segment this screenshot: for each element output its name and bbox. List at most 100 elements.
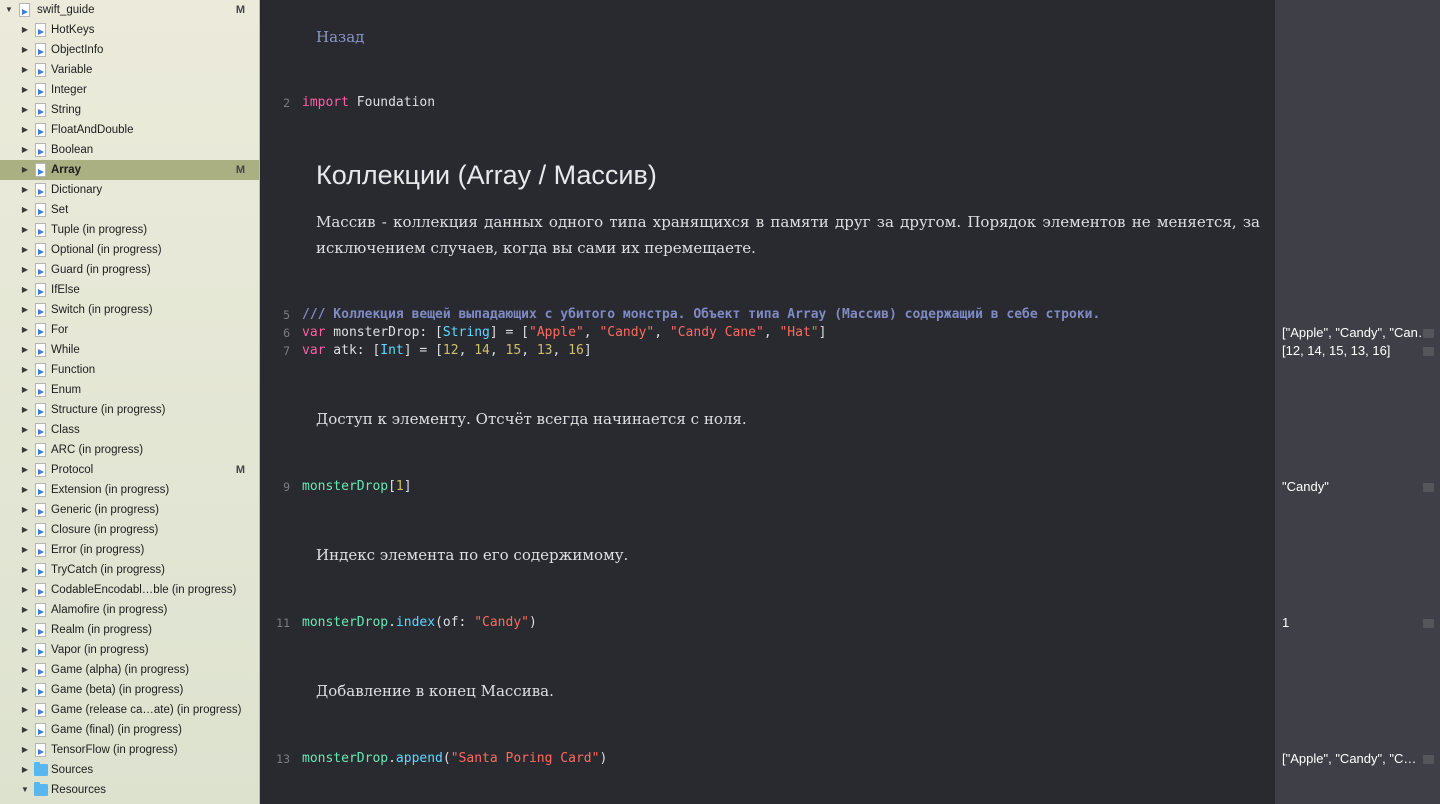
back-link[interactable]: Назад [316,28,1260,46]
disclosure-closed-icon[interactable]: ▶ [20,180,30,200]
quick-look-icon[interactable] [1423,329,1434,338]
tree-item[interactable]: ▶ Variable [0,60,259,80]
code-line-comment[interactable]: /// Коллекция вещей выпадающих с убитого… [302,307,1100,322]
disclosure-closed-icon[interactable]: ▶ [20,380,30,400]
tree-item[interactable]: ▶ Game (final) (in progress) [0,720,259,740]
tree-root-swift-guide[interactable]: ▼ swift_guide M [0,0,259,20]
tree-item[interactable]: ▶ Function [0,360,259,380]
disclosure-closed-icon[interactable]: ▶ [20,680,30,700]
tree-folder[interactable]: ▼ Resources [0,780,259,800]
tree-item[interactable]: ▶ Extension (in progress) [0,480,259,500]
disclosure-closed-icon[interactable]: ▶ [20,220,30,240]
tree-item[interactable]: ▶ Error (in progress) [0,540,259,560]
tree-item[interactable]: ▶ Realm (in progress) [0,620,259,640]
string-literal: "Candy Cane" [669,325,764,340]
disclosure-closed-icon[interactable]: ▶ [20,520,30,540]
code-line-monsterdrop-decl[interactable]: var monsterDrop: [String] = ["Apple", "C… [302,325,826,340]
tree-item[interactable]: ▶ Guard (in progress) [0,260,259,280]
result-value[interactable]: ["Apple", "Candy", "Can… [1282,325,1430,340]
disclosure-closed-icon[interactable]: ▶ [20,740,30,760]
disclosure-closed-icon[interactable]: ▶ [20,480,30,500]
tree-item[interactable]: ▶ Integer [0,80,259,100]
tree-item[interactable]: ▶ FloatAndDouble [0,120,259,140]
tree-item[interactable]: ▶ Switch (in progress) [0,300,259,320]
result-value[interactable]: [12, 14, 15, 13, 16] [1282,343,1430,358]
disclosure-closed-icon[interactable]: ▶ [20,120,30,140]
disclosure-closed-icon[interactable]: ▶ [20,100,30,120]
quick-look-icon[interactable] [1423,483,1434,492]
tree-item[interactable]: ▶ For [0,320,259,340]
disclosure-closed-icon[interactable]: ▶ [20,400,30,420]
disclosure-closed-icon[interactable]: ▶ [20,580,30,600]
tree-item[interactable]: ▶ Enum [0,380,259,400]
tree-item[interactable]: ▶ IfElse [0,280,259,300]
tree-folder[interactable]: ▶ Sources [0,760,259,780]
quick-look-icon[interactable] [1423,755,1434,764]
tree-item[interactable]: ▶ ARC (in progress) [0,440,259,460]
playground-editor[interactable]: Назад 2 import Foundation Коллекции (Arr… [260,0,1275,804]
disclosure-closed-icon[interactable]: ▶ [20,280,30,300]
quick-look-icon[interactable] [1423,619,1434,628]
tree-item[interactable]: ▶ Array M [0,160,259,180]
tree-item[interactable]: ▶ Optional (in progress) [0,240,259,260]
disclosure-closed-icon[interactable]: ▶ [20,300,30,320]
disclosure-closed-icon[interactable]: ▶ [20,440,30,460]
disclosure-closed-icon[interactable]: ▶ [20,240,30,260]
disclosure-closed-icon[interactable]: ▶ [20,260,30,280]
disclosure-closed-icon[interactable]: ▶ [20,700,30,720]
disclosure-closed-icon[interactable]: ▶ [20,140,30,160]
disclosure-closed-icon[interactable]: ▶ [20,600,30,620]
result-value[interactable]: ["Apple", "Candy", "C… [1282,751,1430,766]
tree-item[interactable]: ▶ Game (release ca…ate) (in progress) [0,700,259,720]
result-value[interactable]: "Candy" [1282,479,1430,494]
disclosure-closed-icon[interactable]: ▶ [20,560,30,580]
disclosure-open-icon[interactable]: ▼ [20,780,30,800]
tree-item[interactable]: ▶ Alamofire (in progress) [0,600,259,620]
disclosure-closed-icon[interactable]: ▶ [20,20,30,40]
tree-item[interactable]: ▶ Game (beta) (in progress) [0,680,259,700]
tree-item[interactable]: ▶ Closure (in progress) [0,520,259,540]
disclosure-closed-icon[interactable]: ▶ [20,200,30,220]
disclosure-closed-icon[interactable]: ▶ [20,60,30,80]
tree-item[interactable]: ▶ Structure (in progress) [0,400,259,420]
tree-item[interactable]: ▶ Protocol M [0,460,259,480]
result-value[interactable]: 1 [1282,615,1430,630]
disclosure-closed-icon[interactable]: ▶ [20,360,30,380]
tree-item[interactable]: ▶ String [0,100,259,120]
disclosure-open-icon[interactable]: ▼ [4,0,14,20]
disclosure-closed-icon[interactable]: ▶ [20,420,30,440]
tree-item[interactable]: ▶ TensorFlow (in progress) [0,740,259,760]
disclosure-closed-icon[interactable]: ▶ [20,340,30,360]
disclosure-closed-icon[interactable]: ▶ [20,660,30,680]
disclosure-closed-icon[interactable]: ▶ [20,760,30,780]
disclosure-closed-icon[interactable]: ▶ [20,540,30,560]
quick-look-icon[interactable] [1423,347,1434,356]
disclosure-closed-icon[interactable]: ▶ [20,720,30,740]
tree-item[interactable]: ▶ HotKeys [0,20,259,40]
disclosure-closed-icon[interactable]: ▶ [20,640,30,660]
code-line-append[interactable]: monsterDrop.append("Santa Poring Card") [302,751,607,766]
tree-item[interactable]: ▶ TryCatch (in progress) [0,560,259,580]
tree-item[interactable]: ▶ ObjectInfo [0,40,259,60]
tree-item[interactable]: ▶ Vapor (in progress) [0,640,259,660]
disclosure-closed-icon[interactable]: ▶ [20,40,30,60]
tree-item[interactable]: ▶ While [0,340,259,360]
tree-item[interactable]: ▶ Class [0,420,259,440]
disclosure-closed-icon[interactable]: ▶ [20,80,30,100]
tree-item[interactable]: ▶ Tuple (in progress) [0,220,259,240]
tree-item[interactable]: ▶ Boolean [0,140,259,160]
code-line-import[interactable]: import Foundation [302,95,435,110]
tree-item[interactable]: ▶ CodableEncodabl…ble (in progress) [0,580,259,600]
disclosure-closed-icon[interactable]: ▶ [20,460,30,480]
disclosure-closed-icon[interactable]: ▶ [20,160,30,180]
disclosure-closed-icon[interactable]: ▶ [20,620,30,640]
code-line-index-of[interactable]: monsterDrop.index(of: "Candy") [302,615,537,630]
tree-item[interactable]: ▶ Dictionary [0,180,259,200]
code-line-subscript[interactable]: monsterDrop[1] [302,479,412,494]
tree-item[interactable]: ▶ Set [0,200,259,220]
tree-item[interactable]: ▶ Generic (in progress) [0,500,259,520]
disclosure-closed-icon[interactable]: ▶ [20,320,30,340]
code-line-atk-decl[interactable]: var atk: [Int] = [12, 14, 15, 13, 16] [302,343,592,358]
disclosure-closed-icon[interactable]: ▶ [20,500,30,520]
tree-item[interactable]: ▶ Game (alpha) (in progress) [0,660,259,680]
